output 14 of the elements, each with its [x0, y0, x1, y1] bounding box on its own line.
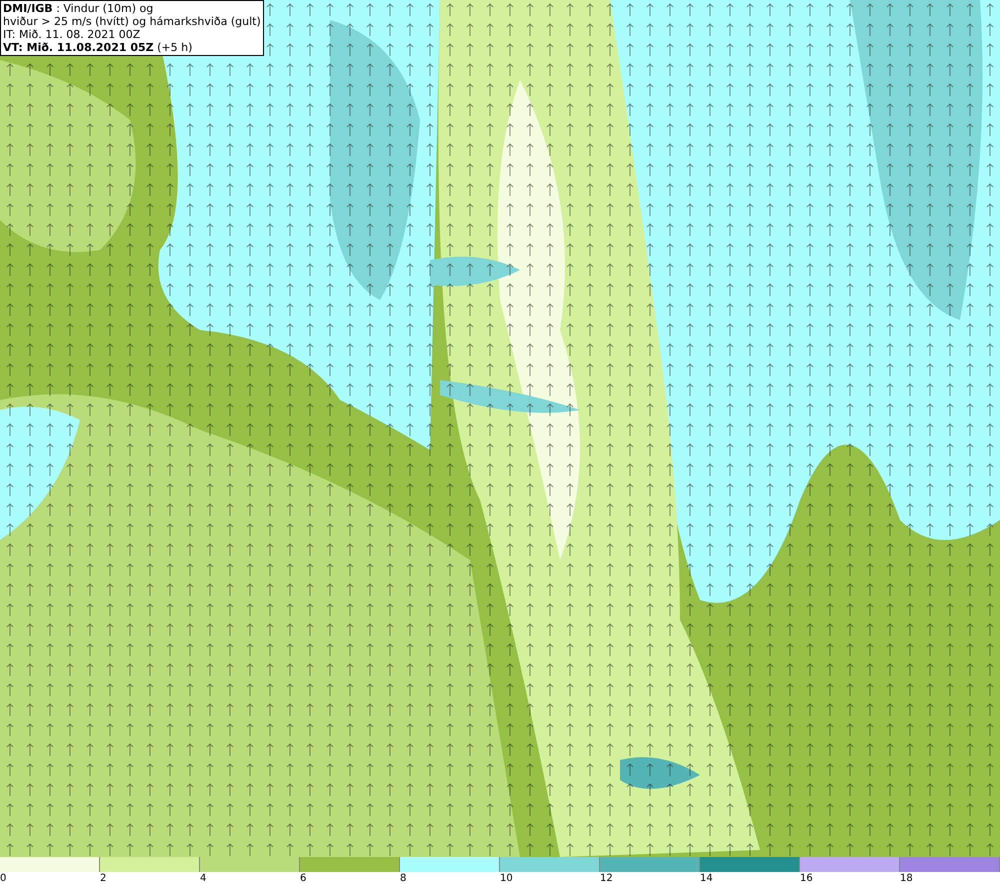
info-text: IT: Mið. 11. 08. 2021 00Z: [3, 28, 142, 41]
legend-label: 10: [500, 872, 513, 886]
info-text: VT: Mið. 11.08.2021 05Z (+5 h): [3, 41, 194, 54]
legend-label: 2: [100, 872, 106, 886]
legend-label: 8: [400, 872, 406, 886]
legend-label: 14: [700, 872, 713, 886]
legend-label: 18: [900, 872, 913, 886]
legend-label: 12: [600, 872, 613, 886]
legend-label: 4: [200, 872, 206, 886]
info-text: DMI/IGB : Vindur (10m) og: [3, 2, 154, 15]
legend-label: 16: [800, 872, 813, 886]
legend-label: 0: [0, 872, 6, 886]
legend-label: 6: [300, 872, 306, 886]
info-text: hviður > 25 m/s (hvítt) og hámarkshviða (gult): [3, 15, 261, 28]
